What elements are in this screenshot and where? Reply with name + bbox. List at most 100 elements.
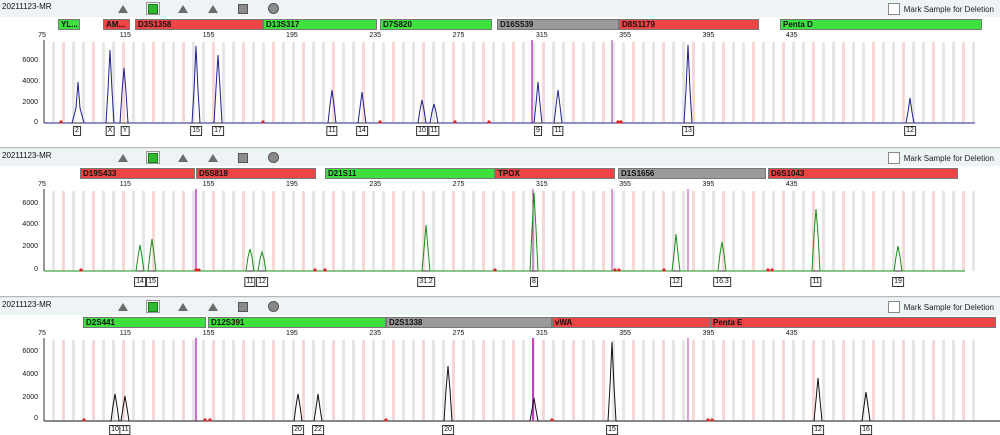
bin-stripe: [162, 42, 165, 122]
bin-stripe: [582, 340, 585, 420]
x-tick-label: 195: [286, 32, 298, 39]
sample-panel-1: 20211123-MR Mark Sample for Deletion YL.…: [0, 0, 1000, 148]
bin-stripe: [812, 42, 815, 122]
bin-stripe: [152, 42, 155, 122]
bin-stripe: [172, 191, 175, 271]
bin-stripe: [702, 340, 705, 420]
allele-label[interactable]: 9: [534, 126, 542, 136]
bin-stripe: [152, 340, 155, 420]
bin-stripe: [802, 340, 805, 420]
bin-stripe: [812, 340, 815, 420]
allele-label[interactable]: 12: [670, 277, 682, 287]
bin-stripe: [372, 42, 375, 122]
bin-stripe: [212, 340, 215, 420]
bin-stripe: [832, 340, 835, 420]
bin-stripe: [352, 42, 355, 122]
bin-stripe: [652, 340, 655, 420]
bin-stripe: [242, 42, 245, 122]
bin-stripe: [542, 340, 545, 420]
allele-label[interactable]: 12: [256, 277, 268, 287]
bin-stripe: [622, 42, 625, 122]
bin-stripe: [332, 340, 335, 420]
allele-label[interactable]: 14: [134, 277, 146, 287]
bin-stripe: [862, 42, 865, 122]
bin-stripe: [52, 340, 55, 420]
allele-label[interactable]: 15: [606, 425, 618, 435]
bin-stripe: [402, 42, 405, 122]
allele-label[interactable]: 15: [190, 126, 202, 136]
bin-stripe: [202, 42, 205, 122]
allele-label[interactable]: 22: [312, 425, 324, 435]
bin-stripe: [402, 340, 405, 420]
allele-label[interactable]: 10: [416, 126, 428, 136]
bin-stripe: [652, 191, 655, 271]
allele-label[interactable]: 15: [146, 277, 158, 287]
allele-label[interactable]: 13: [682, 126, 694, 136]
bin-stripe: [382, 42, 385, 122]
bin-stripe: [312, 340, 315, 420]
allele-label[interactable]: 19: [892, 277, 904, 287]
allele-label[interactable]: 12: [904, 126, 916, 136]
bin-stripe: [902, 340, 905, 420]
bin-stripe: [942, 191, 945, 271]
bin-stripe: [752, 42, 755, 122]
bin-stripe: [782, 191, 785, 271]
bin-stripe: [482, 191, 485, 271]
bin-stripe: [72, 340, 75, 420]
bin-stripe: [192, 191, 195, 271]
bin-stripe: [182, 42, 185, 122]
allele-label[interactable]: X: [105, 126, 115, 136]
allele-label[interactable]: 8: [530, 277, 538, 287]
x-tick-label: 435: [785, 181, 798, 188]
allele-label[interactable]: 17: [212, 126, 224, 136]
bin-stripe: [582, 42, 585, 122]
allele-label[interactable]: 11: [119, 425, 131, 435]
bin-stripe: [902, 191, 905, 271]
allele-label[interactable]: 11: [244, 277, 256, 287]
allele-label[interactable]: 11: [326, 126, 338, 136]
bin-stripe: [82, 340, 85, 420]
bin-stripe: [642, 42, 645, 122]
bin-stripe: [92, 191, 95, 271]
allele-label[interactable]: 11: [810, 277, 822, 287]
allele-label[interactable]: 12: [812, 425, 824, 435]
x-tick-label: 155: [202, 330, 215, 337]
allele-label[interactable]: 14: [356, 126, 368, 136]
bin-stripe: [752, 340, 755, 420]
bin-stripe: [232, 42, 235, 122]
bin-stripe: [792, 42, 795, 122]
bin-stripe: [892, 191, 895, 271]
bin-stripe: [792, 340, 795, 420]
allele-label[interactable]: Y: [120, 126, 130, 136]
bin-stripe: [492, 42, 495, 122]
bin-stripes: [52, 42, 975, 122]
bin-stripe: [322, 42, 325, 122]
allele-label[interactable]: 16: [860, 425, 872, 435]
bin-stripe: [102, 340, 105, 420]
bin-stripe: [792, 191, 795, 271]
allele-label[interactable]: 20: [292, 425, 304, 435]
x-tick-label: 155: [202, 32, 215, 39]
x-tick-label: 435: [785, 32, 798, 39]
x-tick-label: 75: [38, 181, 46, 188]
bin-stripe: [822, 191, 825, 271]
allele-label[interactable]: 2: [73, 126, 81, 136]
bin-stripe: [452, 42, 455, 122]
bin-stripe: [262, 340, 265, 420]
bin-stripe: [352, 191, 355, 271]
bin-stripe: [332, 191, 335, 271]
bin-stripe: [602, 42, 605, 122]
allele-label[interactable]: 20: [442, 425, 454, 435]
bin-stripe: [682, 191, 685, 271]
allele-label[interactable]: 11: [552, 126, 564, 136]
bin-stripe: [312, 42, 315, 122]
bin-stripe: [562, 340, 565, 420]
allele-label[interactable]: 31.2: [417, 277, 435, 287]
allele-label[interactable]: 11: [428, 126, 440, 136]
bin-stripe: [962, 42, 965, 122]
allele-label[interactable]: 16.3: [713, 277, 731, 287]
x-tick-label: 275: [452, 181, 465, 188]
bin-stripe: [172, 42, 175, 122]
bin-stripe: [412, 340, 415, 420]
bin-stripe: [282, 42, 285, 122]
